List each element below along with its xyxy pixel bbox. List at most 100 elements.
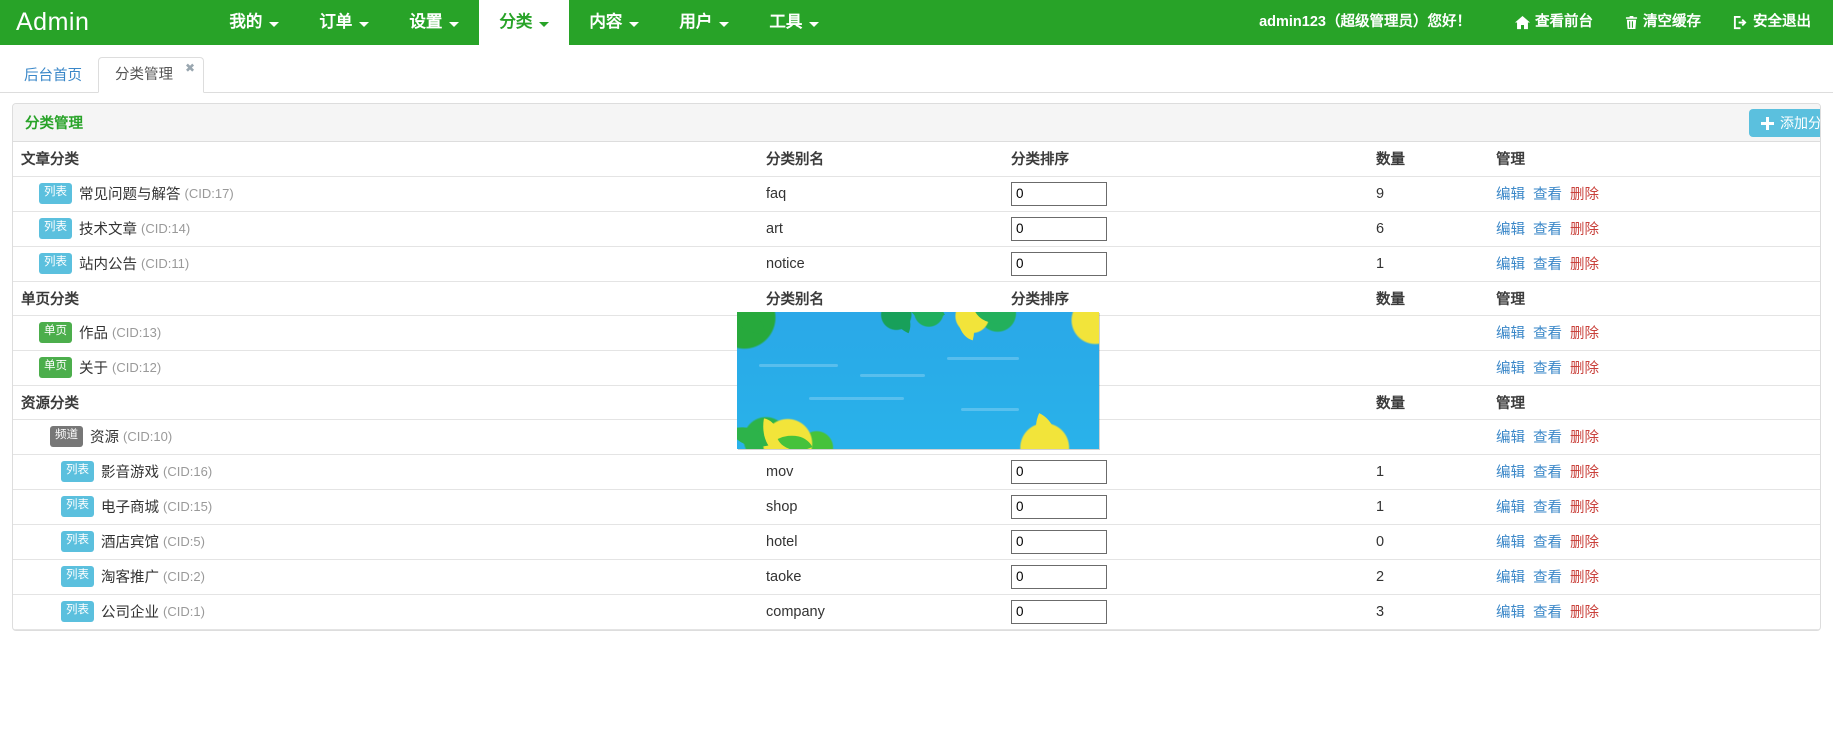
category-sort-cell: [1003, 454, 1368, 489]
category-name: 技术文章: [79, 222, 137, 238]
category-type-badge: 列表: [61, 531, 94, 552]
delete-link[interactable]: 删除: [1570, 605, 1599, 621]
category-name: 电子商城: [101, 500, 159, 516]
delete-link[interactable]: 删除: [1570, 500, 1599, 516]
nav-item-3[interactable]: 分类: [479, 0, 569, 45]
logout-link[interactable]: 安全退出: [1717, 0, 1827, 45]
category-type-badge: 单页: [39, 322, 72, 343]
category-actions-cell: 编辑查看删除: [1488, 246, 1820, 281]
category-type-badge: 列表: [61, 496, 94, 517]
delete-link[interactable]: 删除: [1570, 187, 1599, 203]
table-group-header: 单页分类分类别名分类排序数量管理: [13, 281, 1820, 315]
view-link[interactable]: 查看: [1533, 430, 1562, 446]
sort-input[interactable]: [1011, 495, 1107, 519]
view-link[interactable]: 查看: [1533, 535, 1562, 551]
delete-link[interactable]: 删除: [1570, 570, 1599, 586]
edit-link[interactable]: 编辑: [1496, 326, 1525, 342]
category-count-cell: 1: [1368, 246, 1488, 281]
table-row: 列表影音游戏 (CID:16)mov1编辑查看删除: [13, 454, 1820, 489]
view-link[interactable]: 查看: [1533, 465, 1562, 481]
nav-item-6[interactable]: 工具: [749, 0, 839, 45]
delete-link[interactable]: 删除: [1570, 326, 1599, 342]
chevron-down-icon: [809, 22, 819, 27]
edit-link[interactable]: 编辑: [1496, 535, 1525, 551]
delete-link[interactable]: 删除: [1570, 465, 1599, 481]
clear-cache-link[interactable]: 清空缓存: [1609, 0, 1717, 45]
delete-link[interactable]: 删除: [1570, 361, 1599, 377]
delete-link[interactable]: 删除: [1570, 535, 1599, 551]
view-link[interactable]: 查看: [1533, 605, 1562, 621]
table-row: 列表电子商城 (CID:15)shop1编辑查看删除: [13, 489, 1820, 524]
category-type-badge: 列表: [39, 218, 72, 239]
edit-link[interactable]: 编辑: [1496, 605, 1525, 621]
delete-link[interactable]: 删除: [1570, 257, 1599, 273]
edit-link[interactable]: 编辑: [1496, 570, 1525, 586]
column-header: 管理: [1488, 385, 1820, 419]
nav-item-label: 设置: [409, 0, 442, 45]
edit-link[interactable]: 编辑: [1496, 187, 1525, 203]
view-link[interactable]: 查看: [1533, 257, 1562, 273]
view-link[interactable]: 查看: [1533, 500, 1562, 516]
category-type-badge: 列表: [39, 253, 72, 274]
edit-link[interactable]: 编辑: [1496, 361, 1525, 377]
add-category-button[interactable]: 添加分类: [1749, 109, 1821, 137]
sort-input[interactable]: [1011, 217, 1107, 241]
category-actions-cell: 编辑查看删除: [1488, 315, 1820, 350]
category-alias-cell: mov: [758, 454, 1003, 489]
edit-link[interactable]: 编辑: [1496, 257, 1525, 273]
category-cid: (CID:16): [163, 464, 212, 479]
category-cid: (CID:11): [141, 256, 189, 271]
nav-item-4[interactable]: 内容: [569, 0, 659, 45]
category-alias-cell: notice: [758, 246, 1003, 281]
category-actions-cell: 编辑查看删除: [1488, 350, 1820, 385]
nav-item-5[interactable]: 用户: [659, 0, 749, 45]
category-cid: (CID:13): [112, 325, 161, 340]
tab-1[interactable]: 分类管理✖: [98, 57, 204, 94]
nav-item-label: 用户: [679, 0, 712, 45]
sort-input[interactable]: [1011, 565, 1107, 589]
edit-link[interactable]: 编辑: [1496, 430, 1525, 446]
table-group-header: 文章分类分类别名分类排序数量管理: [13, 142, 1820, 176]
category-type-badge: 列表: [61, 566, 94, 587]
nav-item-1[interactable]: 订单: [299, 0, 389, 45]
view-link[interactable]: 查看: [1533, 222, 1562, 238]
brand-logo[interactable]: Admin: [0, 0, 111, 45]
sort-input[interactable]: [1011, 530, 1107, 554]
edit-link[interactable]: 编辑: [1496, 465, 1525, 481]
sort-input[interactable]: [1011, 182, 1107, 206]
nav-item-0[interactable]: 我的: [209, 0, 299, 45]
category-count-cell: [1368, 315, 1488, 350]
add-category-label: 添加分类: [1780, 113, 1821, 133]
view-frontend-link[interactable]: 查看前台: [1499, 0, 1609, 45]
page-title: 分类管理: [25, 112, 83, 133]
sort-input[interactable]: [1011, 600, 1107, 624]
category-count-cell: [1368, 419, 1488, 454]
category-name: 常见问题与解答: [79, 187, 181, 203]
sort-input[interactable]: [1011, 252, 1107, 276]
sort-input[interactable]: [1011, 460, 1107, 484]
category-name-cell: 频道资源 (CID:10): [13, 419, 758, 454]
column-header: 文章分类: [13, 142, 758, 176]
edit-link[interactable]: 编辑: [1496, 222, 1525, 238]
tab-strip: 后台首页分类管理✖: [0, 45, 1833, 93]
category-actions-cell: 编辑查看删除: [1488, 559, 1820, 594]
category-alias-cell: faq: [758, 176, 1003, 211]
view-link[interactable]: 查看: [1533, 326, 1562, 342]
close-icon[interactable]: ✖: [185, 62, 195, 74]
delete-link[interactable]: 删除: [1570, 430, 1599, 446]
category-sort-cell: [1003, 524, 1368, 559]
category-name-cell: 列表酒店宾馆 (CID:5): [13, 524, 758, 559]
chevron-down-icon: [629, 22, 639, 27]
column-header: 分类别名: [758, 142, 1003, 176]
nav-item-2[interactable]: 设置: [389, 0, 479, 45]
column-header: 分类排序: [1003, 281, 1368, 315]
edit-link[interactable]: 编辑: [1496, 500, 1525, 516]
table-row: 列表酒店宾馆 (CID:5)hotel0编辑查看删除: [13, 524, 1820, 559]
category-type-badge: 列表: [61, 601, 94, 622]
view-link[interactable]: 查看: [1533, 361, 1562, 377]
view-link[interactable]: 查看: [1533, 187, 1562, 203]
tab-0[interactable]: 后台首页: [8, 59, 98, 94]
view-link[interactable]: 查看: [1533, 570, 1562, 586]
category-cid: (CID:14): [141, 221, 190, 236]
delete-link[interactable]: 删除: [1570, 222, 1599, 238]
